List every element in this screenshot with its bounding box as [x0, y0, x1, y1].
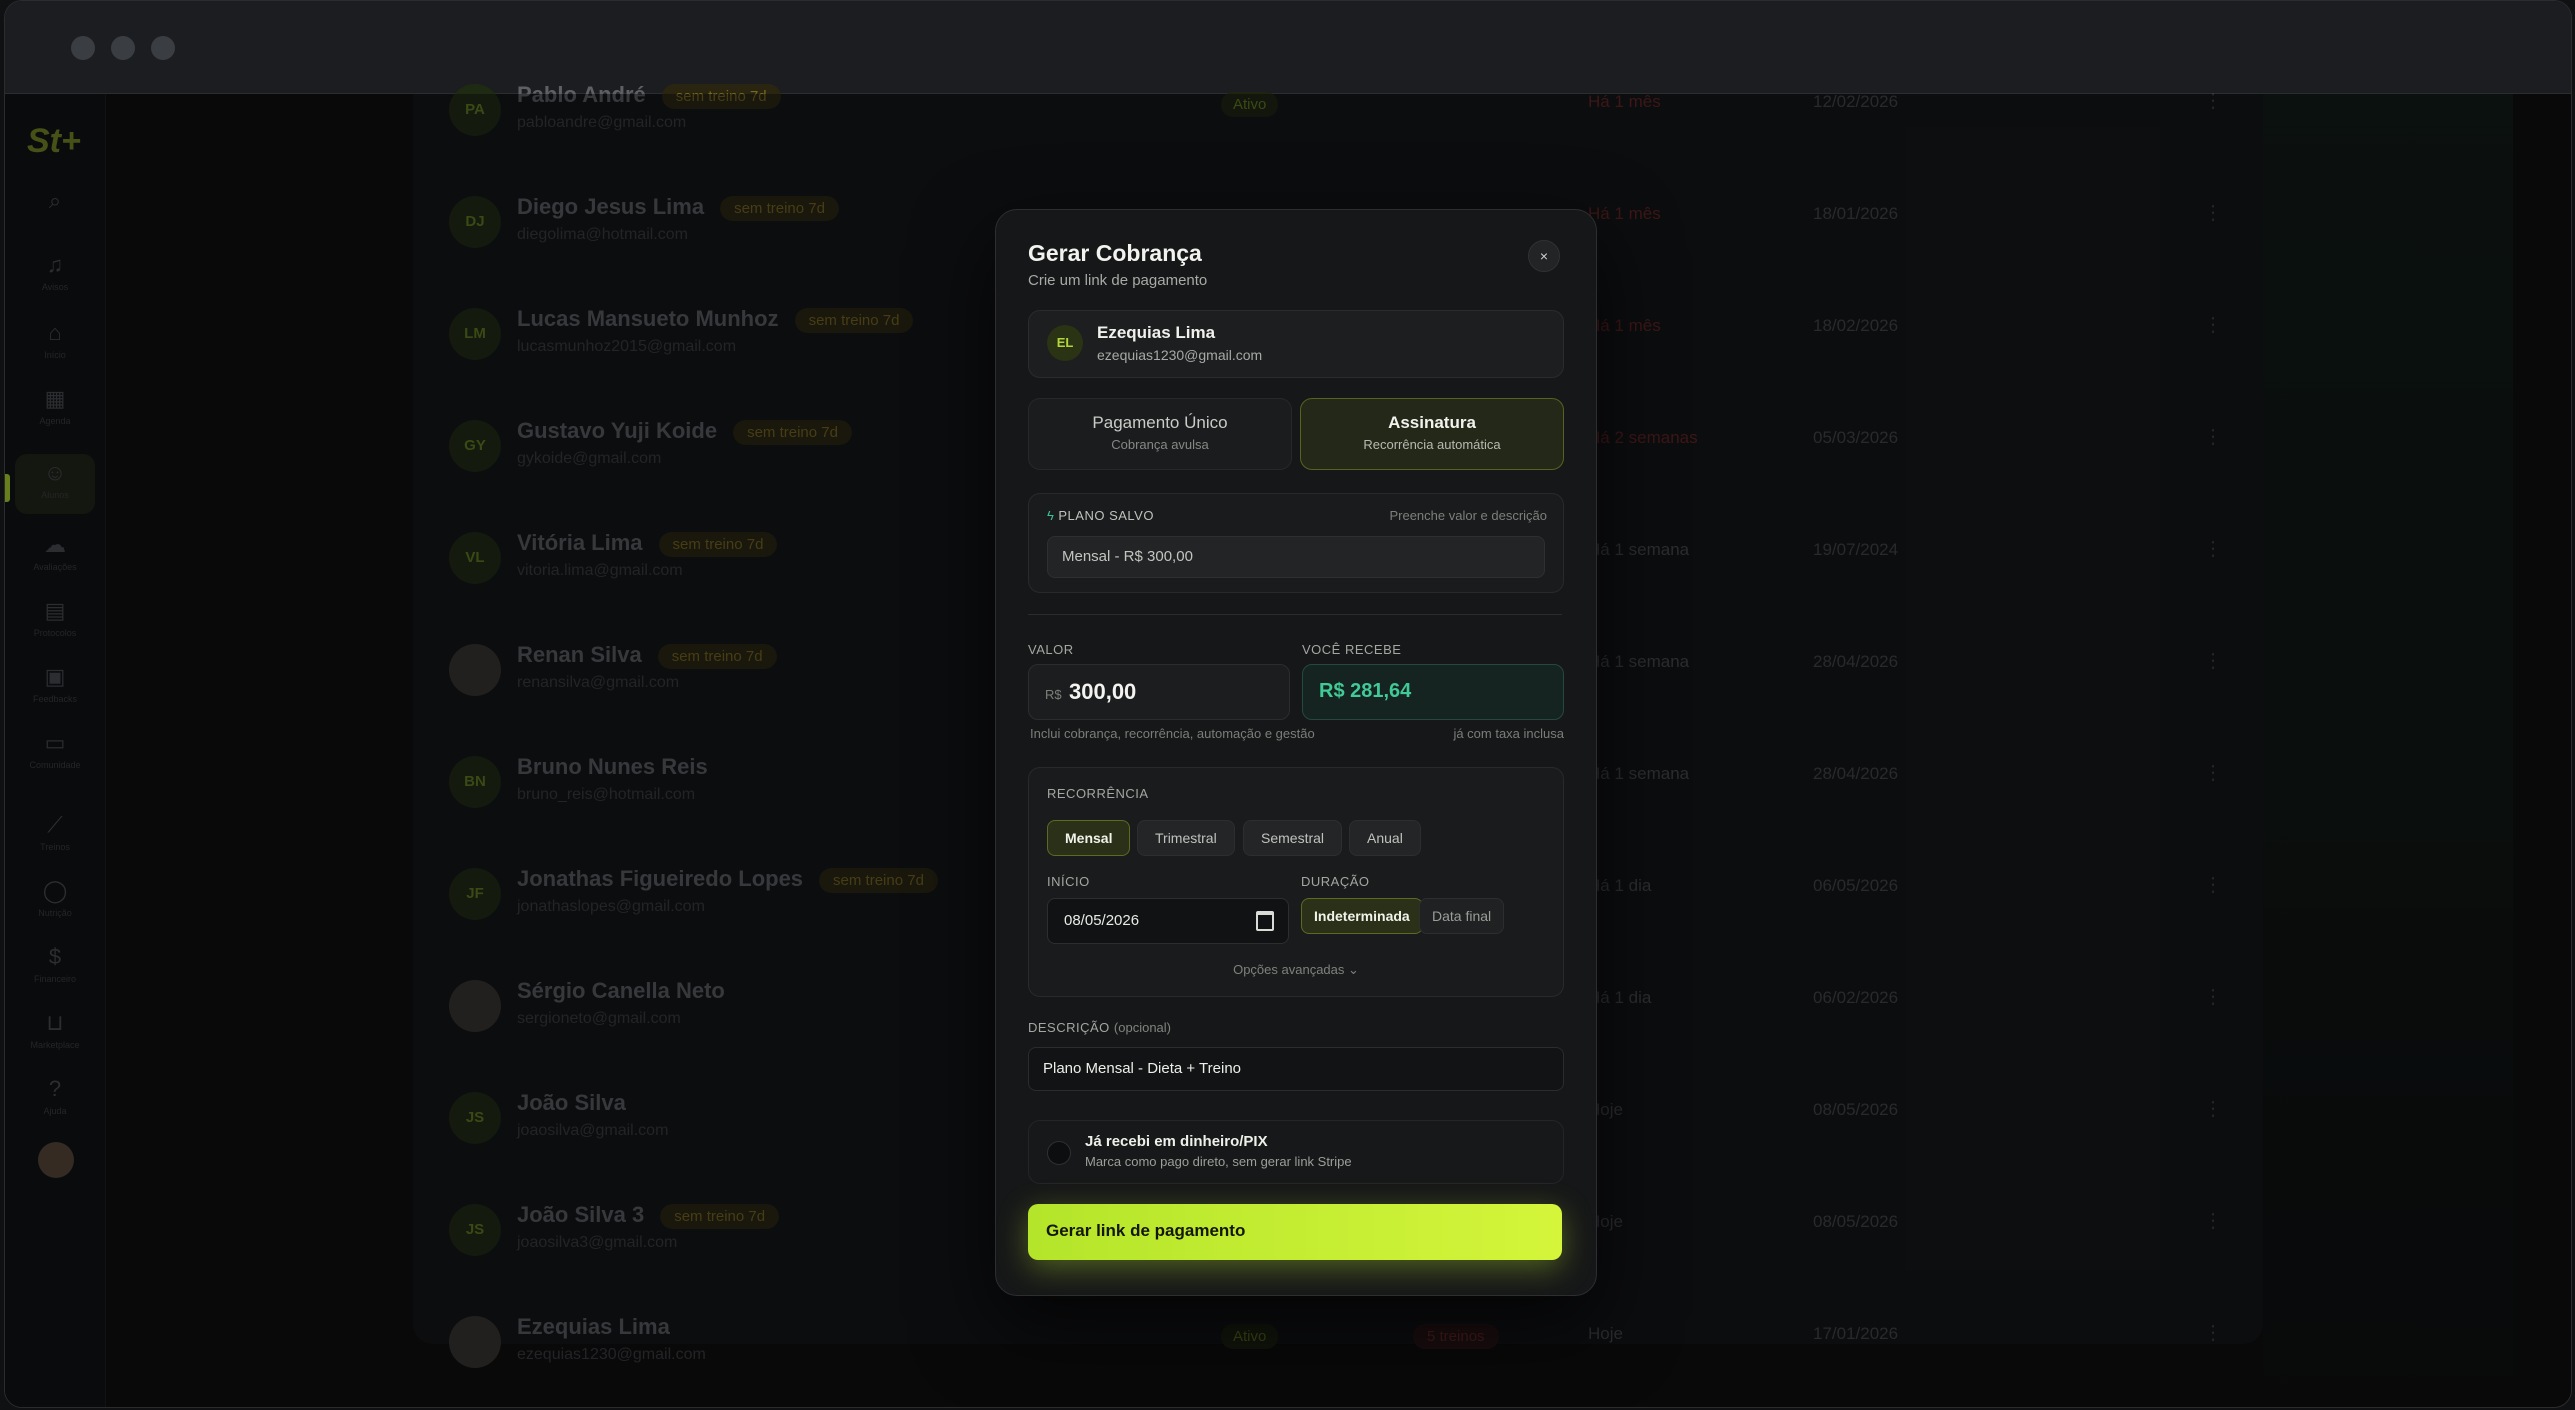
modal-subtitle: Crie um link de pagamento	[1028, 272, 1208, 289]
recebe-label: VOCÊ RECEBE	[1302, 642, 1402, 657]
valor-label: VALOR	[1028, 642, 1074, 657]
description-input[interactable]: Plano Mensal - Dieta + Treino	[1028, 1047, 1564, 1091]
client-email: ezequias1230@gmail.com	[1097, 347, 1263, 363]
recurrence-option-semestral[interactable]: Semestral	[1243, 820, 1343, 856]
divider	[1028, 614, 1562, 615]
cash-received-checkbox[interactable]	[1047, 1141, 1071, 1165]
client-name: Ezequias Lima	[1097, 323, 1216, 342]
bolt-icon: ϟ	[1047, 508, 1055, 523]
generate-link-button[interactable]: Gerar link de pagamento	[1028, 1204, 1562, 1260]
recurrence-option-mensal[interactable]: Mensal	[1047, 820, 1131, 856]
advanced-options-toggle[interactable]: Opções avançadas ⌄	[1029, 962, 1563, 978]
app-window: St+ ⌕ ♫ Avisos ⌂ Início ▦ Agenda ☺ Alunos ☁ A…	[4, 0, 2572, 1408]
client-avatar: EL	[1047, 325, 1083, 361]
modal-title: Gerar Cobrança	[1028, 240, 1202, 266]
close-button[interactable]: ×	[1528, 240, 1560, 272]
cash-received-option[interactable]: Já recebi em dinheiro/PIX Marca como pag…	[1028, 1120, 1564, 1184]
duration-label: DURAÇÃO	[1301, 874, 1370, 889]
start-date-input[interactable]: 08/05/2026	[1047, 898, 1289, 944]
recebe-hint: já com taxa inclusa	[1453, 726, 1564, 741]
calendar-icon[interactable]	[1256, 911, 1274, 931]
saved-plan-label: PLANO SALVO	[1058, 508, 1154, 523]
client-card: EL Ezequias Lima ezequias1230@gmail.com	[1028, 310, 1564, 378]
valor-input[interactable]: R$ 300,00	[1028, 664, 1290, 720]
duration-option-indeterminada[interactable]: Indeterminada	[1301, 898, 1423, 934]
cash-received-subtitle: Marca como pago direto, sem gerar link S…	[1085, 1154, 1352, 1169]
recebe-value: R$ 281,64	[1302, 664, 1564, 720]
recurrence-section: RECORRÊNCIA Mensal Trimestral Semestral …	[1028, 767, 1564, 997]
cash-received-title: Já recebi em dinheiro/PIX	[1085, 1133, 1268, 1150]
window-maximize-dot[interactable]	[151, 36, 175, 60]
duration-option-data-final[interactable]: Data final	[1419, 898, 1505, 934]
start-label: INÍCIO	[1047, 874, 1090, 889]
saved-plan-hint: Preenche valor e descrição	[1389, 508, 1547, 523]
payment-type-subscription[interactable]: Assinatura Recorrência automática	[1300, 398, 1564, 470]
description-label: DESCRIÇÃO (opcional)	[1028, 1020, 1172, 1035]
saved-plan-section: ϟ PLANO SALVO Preenche valor e descrição …	[1028, 493, 1564, 593]
window-close-dot[interactable]	[71, 36, 95, 60]
payment-type-single[interactable]: Pagamento Único Cobrança avulsa	[1028, 398, 1292, 470]
recurrence-label: RECORRÊNCIA	[1047, 786, 1149, 801]
recurrence-option-trimestral[interactable]: Trimestral	[1137, 820, 1235, 856]
recurrence-option-anual[interactable]: Anual	[1349, 820, 1421, 856]
charge-modal: Gerar Cobrança Crie um link de pagamento…	[995, 209, 1597, 1296]
valor-hint: Inclui cobrança, recorrência, automação …	[1030, 726, 1315, 741]
saved-plan-select[interactable]: Mensal - R$ 300,00	[1047, 536, 1545, 578]
currency-prefix: R$	[1045, 687, 1062, 702]
window-minimize-dot[interactable]	[111, 36, 135, 60]
